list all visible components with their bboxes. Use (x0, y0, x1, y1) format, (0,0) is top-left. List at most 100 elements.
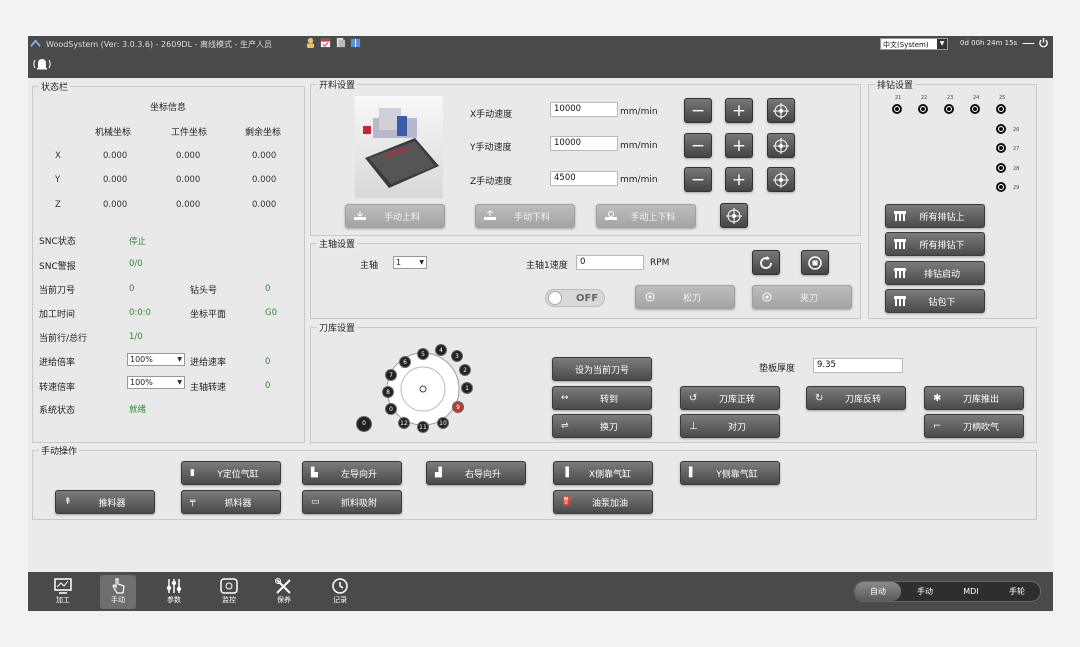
spindle-toggle[interactable]: OFF (545, 289, 605, 307)
tool-slot[interactable]: 1 (461, 382, 473, 394)
spindle-stop-button[interactable] (801, 250, 829, 275)
pusher-button[interactable]: ⇞ 推料器 (55, 490, 155, 514)
mode-auto[interactable]: 自动 (855, 582, 901, 601)
y-locate-cylinder-button[interactable]: ▮ Y定位气缸 (181, 461, 281, 485)
document-icon[interactable] (335, 37, 346, 48)
status-panel-title: 状态栏 (39, 80, 71, 93)
grabber-button[interactable]: ╤ 抓料器 (181, 490, 281, 514)
drill-start-button[interactable]: 排钻启动 (885, 261, 985, 285)
tool-slot[interactable]: 8 (382, 386, 394, 398)
nav-manual[interactable]: 手动 (100, 575, 136, 609)
rotate-to-button[interactable]: ↔ 转到 (552, 386, 652, 410)
z-unit: mm/min (620, 175, 658, 185)
language-select[interactable]: 中文(System) ▼ (880, 38, 948, 50)
drill-26-icon[interactable] (996, 124, 1006, 134)
nav-manual-label: 手动 (111, 596, 125, 604)
runtime-display: 0d 00h 24m 15s (960, 39, 1018, 47)
shank-blow-button[interactable]: ⌐ 刀柄吹气 (924, 414, 1024, 438)
feed-rate-select[interactable]: 100% ▼ (127, 353, 185, 366)
pad-thickness-input[interactable]: 9.35 (813, 358, 903, 373)
app-title: WoodSystem (Ver: 3.0.3.6) - 2609DL - 离线模… (46, 40, 272, 49)
tool-slot[interactable]: 4 (435, 344, 447, 356)
power-icon[interactable] (1038, 37, 1049, 48)
left-guide-up-button[interactable]: ▙ 左导向升 (302, 461, 402, 485)
nav-params[interactable]: 参数 (156, 575, 192, 609)
spindle-rotate-button[interactable] (752, 250, 780, 275)
drill-23-icon[interactable] (944, 104, 954, 114)
z-home-button[interactable] (767, 167, 795, 192)
book-icon[interactable] (350, 37, 361, 48)
z-minus-button[interactable]: − (684, 167, 712, 192)
axis-label: Z (55, 200, 61, 210)
spindle-speed-input[interactable]: 0 (576, 255, 644, 270)
z-plus-button[interactable]: + (725, 167, 753, 192)
double-arrow-icon: ↔ (561, 393, 569, 403)
nav-records[interactable]: 记录 (322, 575, 358, 609)
align-tool-button[interactable]: ⊥ 对刀 (680, 414, 780, 438)
drill-num: 26 (1013, 127, 1020, 133)
drill-22-icon[interactable] (918, 104, 928, 114)
x-home-button[interactable] (767, 98, 795, 123)
drill-pack-down-button[interactable]: 钻包下 (885, 289, 985, 313)
manual-unload-button[interactable]: 手动下料 (475, 204, 575, 228)
user-icon[interactable] (305, 37, 316, 48)
x-speed-input[interactable]: 10000 (550, 102, 618, 117)
y-plus-button[interactable]: + (725, 133, 753, 158)
mode-mdi[interactable]: MDI (949, 582, 993, 601)
y-speed-input[interactable]: 10000 (550, 136, 618, 151)
nav-maintenance[interactable]: 保养 (266, 575, 302, 609)
magazine-push-out-button[interactable]: ✱ 刀库推出 (924, 386, 1024, 410)
tool-slot[interactable]: 7 (385, 369, 397, 381)
drill-24-icon[interactable] (970, 104, 980, 114)
mode-handwheel[interactable]: 手轮 (995, 582, 1039, 601)
change-tool-button[interactable]: ⇌ 换刀 (552, 414, 652, 438)
tool-slot[interactable]: 10 (437, 417, 449, 429)
loosen-tool-button[interactable]: 松刀 (635, 285, 735, 309)
x-plus-button[interactable]: + (725, 98, 753, 123)
y-minus-button[interactable]: − (684, 133, 712, 158)
y-side-cylinder-button[interactable]: ▌ Y侧靠气缸 (680, 461, 780, 485)
clamp-tool-button[interactable]: 夹刀 (752, 285, 852, 309)
alarm-bell-icon[interactable] (32, 56, 52, 72)
tool-slot[interactable]: 6 (399, 356, 411, 368)
tool-slot[interactable]: 11 (417, 421, 429, 433)
minimize-button[interactable]: — (1022, 36, 1035, 51)
y-home-button[interactable] (767, 133, 795, 158)
tool-slot-active[interactable]: 9 (452, 401, 464, 413)
machine-image (355, 96, 443, 198)
tool-slot[interactable]: 2 (459, 364, 471, 376)
spin-rate-select[interactable]: 100% ▼ (127, 376, 185, 389)
nav-machining[interactable]: 加工 (45, 575, 81, 609)
drill-27-icon[interactable] (996, 143, 1006, 153)
tool-slot[interactable]: 0 (385, 403, 397, 415)
magazine-forward-button[interactable]: ↺ 刀库正转 (680, 386, 780, 410)
spindle-select[interactable]: 1 ▼ (393, 256, 427, 269)
drill-28-icon[interactable] (996, 163, 1006, 173)
z-speed-input[interactable]: 4500 (550, 171, 618, 186)
manual-loadunload-button[interactable]: 手动上下料 (596, 204, 696, 228)
all-drills-down-button[interactable]: 所有排钻下 (885, 232, 985, 256)
outer-tool-slot[interactable]: 0 (356, 416, 372, 432)
mode-manual[interactable]: 手动 (903, 582, 947, 601)
set-current-tool-label: 设为当前刀号 (574, 365, 629, 376)
drill-25-icon[interactable] (996, 104, 1006, 114)
set-current-tool-button[interactable]: 设为当前刀号 (552, 357, 652, 381)
calendar-icon[interactable] (320, 37, 331, 48)
x-machine: 0.000 (103, 151, 128, 161)
x-minus-button[interactable]: − (684, 98, 712, 123)
nav-monitor[interactable]: 监控 (211, 575, 247, 609)
all-drills-up-button[interactable]: 所有排钻上 (885, 204, 985, 228)
manual-load-button[interactable]: 手动上料 (345, 204, 445, 228)
oil-pump-button[interactable]: ⛽ 油泵加油 (553, 490, 653, 514)
magazine-reverse-button[interactable]: ↻ 刀库反转 (806, 386, 906, 410)
drill-bank-icon (894, 296, 906, 306)
drill-21-icon[interactable] (892, 104, 902, 114)
x-side-cylinder-button[interactable]: ▐ X侧靠气缸 (553, 461, 653, 485)
tool-slot[interactable]: 3 (451, 350, 463, 362)
tool-slot[interactable]: 12 (398, 417, 410, 429)
feed-home-button[interactable] (720, 203, 748, 228)
right-guide-up-button[interactable]: ▟ 右导向升 (426, 461, 526, 485)
tool-slot[interactable]: 5 (417, 348, 429, 360)
drill-29-icon[interactable] (996, 182, 1006, 192)
grab-suction-button[interactable]: ▭ 抓料吸附 (302, 490, 402, 514)
